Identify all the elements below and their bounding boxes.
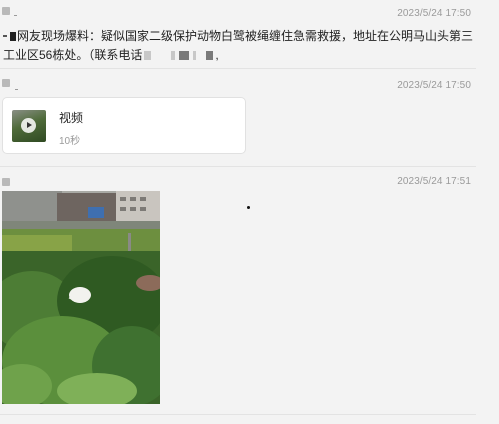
message-timestamp: 2023/5/24 17:50 (397, 80, 471, 91)
message-divider (0, 166, 476, 167)
sender-avatar[interactable] (2, 79, 10, 87)
image-message-photo[interactable] (2, 191, 160, 404)
sender-name (14, 15, 17, 16)
redacted-phone (206, 51, 214, 60)
redacted-phone (171, 51, 176, 60)
sender-avatar[interactable] (2, 7, 10, 15)
message-body-end: , (215, 48, 219, 62)
message-text[interactable]: 网友现场爆料：疑似国家二级保护动物白鹭被绳缠住急需救援，地址在公明马山头第三工业… (3, 27, 473, 65)
video-title: 视频 (59, 111, 84, 125)
sender-tag-icon (3, 35, 7, 37)
play-icon[interactable] (21, 118, 36, 133)
message-timestamp: 2023/5/24 17:51 (397, 176, 471, 187)
message-divider (0, 414, 476, 415)
flag-icon (10, 32, 16, 41)
message-divider (0, 68, 476, 69)
message-body: 网友现场爆料：疑似国家二级保护动物白鹭被绳缠住急需救援，地址在公明马山头第三工业… (3, 29, 474, 62)
redacted-phone (144, 51, 152, 60)
message-timestamp: 2023/5/24 17:50 (397, 8, 471, 19)
video-message-card[interactable]: 视频 10秒 (2, 97, 246, 154)
video-duration: 10秒 (59, 136, 81, 147)
photo-egret-in-tree (2, 191, 160, 404)
stray-dot (247, 206, 250, 209)
sender-name (15, 89, 18, 90)
redacted-phone (193, 51, 197, 60)
sender-avatar[interactable] (2, 178, 10, 186)
redacted-phone (179, 51, 190, 60)
video-thumbnail[interactable] (12, 110, 46, 142)
